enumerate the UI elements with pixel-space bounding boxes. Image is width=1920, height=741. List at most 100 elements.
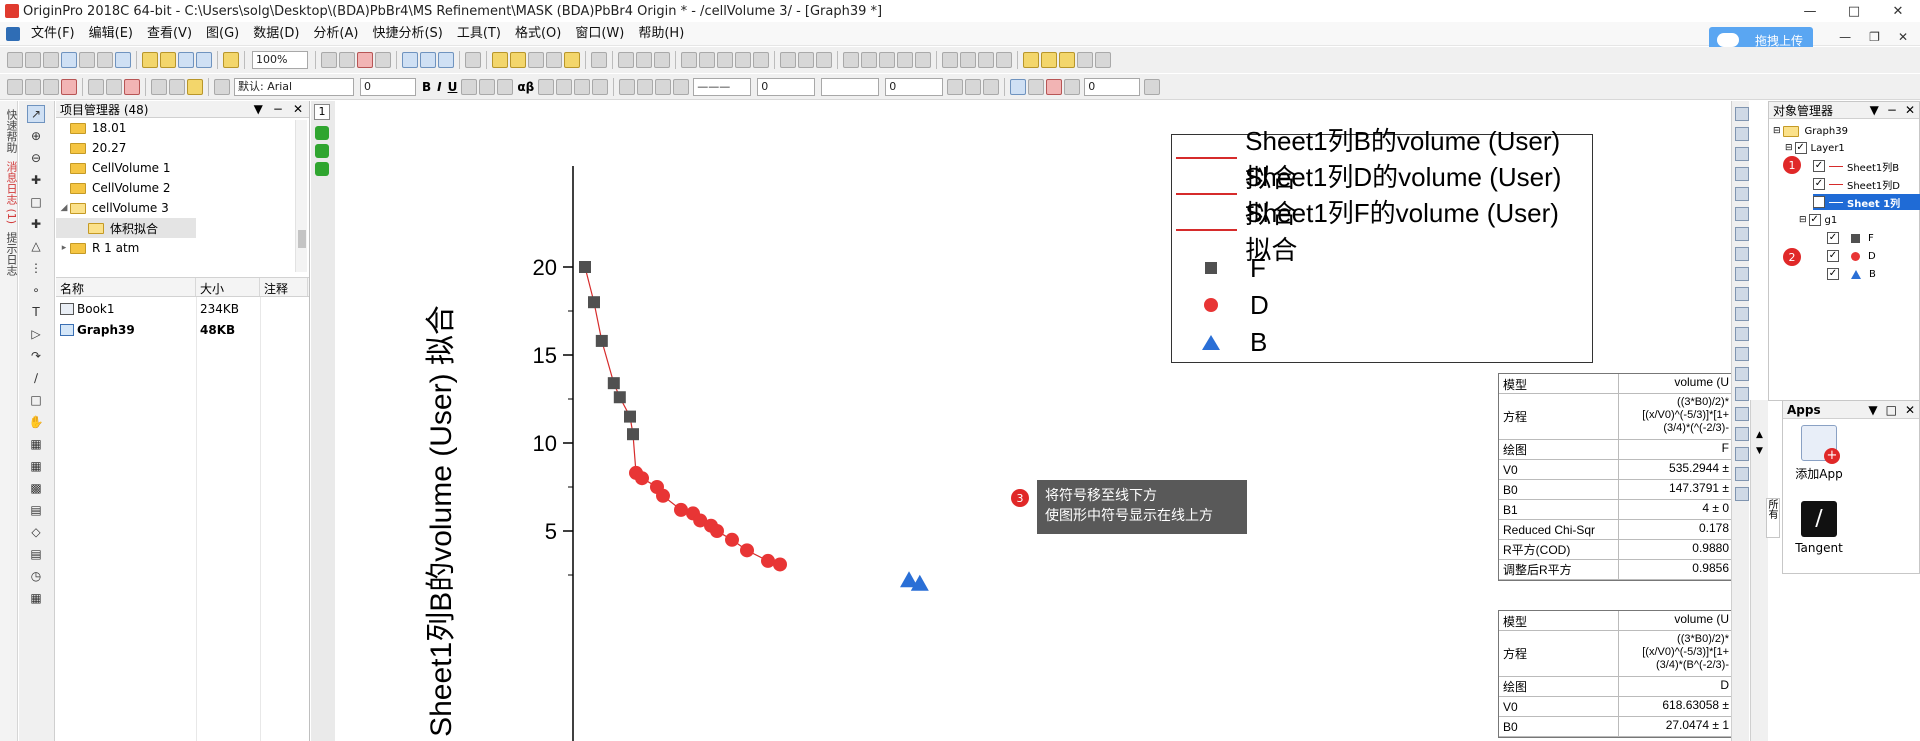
reapply-filter-icon[interactable]	[816, 52, 832, 68]
script-window-icon[interactable]	[438, 52, 454, 68]
import-csv-icon[interactable]	[25, 78, 41, 95]
hint-log-tab[interactable]: 提示日志	[3, 232, 19, 276]
symbol-icon[interactable]	[1028, 78, 1045, 95]
mask-icon[interactable]: △	[27, 237, 45, 255]
recalculate-icon[interactable]	[223, 52, 239, 68]
equation-icon[interactable]: ◇	[27, 523, 45, 541]
insert-table-icon[interactable]: ▦	[27, 457, 45, 475]
align-icon[interactable]	[574, 78, 591, 95]
color-map-icon[interactable]	[1064, 78, 1081, 95]
rt-icon-3[interactable]	[1735, 147, 1749, 161]
analysis-icon[interactable]	[564, 52, 580, 68]
hierarchy-icon[interactable]	[465, 52, 481, 68]
collapse-icon[interactable]: ◢	[58, 203, 70, 213]
item-checkbox[interactable]: ✓	[1827, 232, 1839, 244]
stats-icon[interactable]	[618, 52, 634, 68]
menu-graph[interactable]: 图(G)	[199, 23, 246, 45]
om-fit-item-selected[interactable]: ✓ Sheet 1列	[1813, 194, 1920, 210]
line-style-icon[interactable]	[673, 78, 690, 95]
first-icon[interactable]	[942, 52, 958, 68]
greek-button[interactable]: αβ	[517, 80, 534, 94]
file-row[interactable]: Graph39 48KB	[56, 319, 309, 340]
om-layer-node[interactable]: ⊟ ✓ Layer1	[1785, 140, 1845, 156]
mdi-minimize-icon[interactable]: —	[1839, 30, 1851, 44]
print-icon[interactable]	[321, 52, 337, 68]
font-select[interactable]: 默认: Arial	[234, 77, 354, 96]
import-excel-icon[interactable]	[43, 78, 59, 95]
paste-icon[interactable]	[187, 78, 203, 95]
symbol-color-icon[interactable]	[1046, 78, 1063, 95]
supersub-icon[interactable]	[497, 78, 514, 95]
group-checkbox[interactable]: ✓	[1808, 214, 1821, 226]
data-reader-icon[interactable]	[492, 52, 508, 68]
data-reader-tool-icon[interactable]: ✚	[27, 215, 45, 233]
results-log-icon[interactable]	[420, 52, 436, 68]
rt-icon-14[interactable]	[1735, 367, 1749, 381]
rt-icon-2[interactable]	[1735, 127, 1749, 141]
tree-folder-cellvolume1[interactable]: CellVolume 1	[56, 158, 309, 178]
db-icon[interactable]	[124, 78, 140, 95]
expand-icon[interactable]: ▸	[58, 243, 70, 253]
underline-button[interactable]: U	[448, 80, 458, 94]
histogram-icon[interactable]	[735, 52, 751, 68]
set-none-icon[interactable]	[915, 52, 931, 68]
line-style-select[interactable]: ———	[693, 77, 752, 96]
copy-icon[interactable]	[169, 78, 185, 95]
layer-number[interactable]: 1	[314, 104, 330, 120]
lock-icon[interactable]	[315, 162, 329, 176]
rt-icon-17[interactable]	[1735, 427, 1749, 441]
set-values-icon[interactable]	[654, 52, 670, 68]
save-template-icon[interactable]	[196, 52, 212, 68]
mdi-close-icon[interactable]: ✕	[1898, 30, 1908, 44]
sigma-icon[interactable]	[1144, 78, 1161, 95]
data-point-f[interactable]	[624, 410, 636, 423]
apps-all-tab[interactable]: 所有	[1766, 498, 1780, 538]
set-x-icon[interactable]	[843, 52, 859, 68]
lock-icon[interactable]: ▩	[27, 479, 45, 497]
message-log-tab[interactable]: 消息日志 (1)	[3, 161, 19, 224]
close-icon[interactable]: ✕	[1876, 0, 1920, 22]
fit-checkbox[interactable]: ✓	[1813, 196, 1825, 208]
tree-folder-volume-fit[interactable]: 体积拟合	[56, 218, 196, 238]
scroll-up-icon[interactable]: ▲	[1756, 430, 1768, 440]
menu-quick-analysis[interactable]: 快捷分析(S)	[365, 23, 449, 45]
column-stats-icon[interactable]	[699, 52, 715, 68]
import-wizard-icon[interactable]	[61, 78, 77, 95]
size-column-header[interactable]: 大小	[196, 278, 260, 296]
note-column-header[interactable]: 注释	[260, 278, 308, 296]
rt-icon-20[interactable]	[1735, 487, 1749, 501]
fit-results-table-1[interactable]: 模型 volume (U 方程 ((3*B0)/2)*[(x/V0)^(-5/3)]*…	[1498, 373, 1734, 581]
pointer-icon[interactable]: ↗	[27, 105, 45, 123]
item-checkbox[interactable]: ✓	[1827, 250, 1839, 262]
template-icon[interactable]	[106, 78, 122, 95]
data-point-f[interactable]	[627, 428, 639, 441]
menu-format[interactable]: 格式(O)	[508, 23, 568, 45]
clear-filter-icon[interactable]	[798, 52, 814, 68]
export-icon[interactable]	[339, 52, 355, 68]
next-icon[interactable]	[978, 52, 994, 68]
save-icon[interactable]	[178, 52, 194, 68]
close-icon[interactable]: ✕	[293, 102, 303, 116]
app-icon-2[interactable]	[1041, 52, 1057, 68]
om-group-item-f[interactable]: ✓ F	[1827, 230, 1874, 246]
menu-data[interactable]: 数据(D)	[246, 23, 306, 45]
file-row[interactable]: Book1 234KB	[56, 298, 309, 319]
color-scale-icon[interactable]: ▤	[27, 545, 45, 563]
font-size-select[interactable]: 0	[360, 77, 416, 96]
om-group-item-d[interactable]: ✓ D	[1827, 248, 1876, 264]
insert-graph-icon[interactable]: ▦	[27, 435, 45, 453]
symbol-size-select[interactable]	[821, 77, 880, 96]
batch-icon[interactable]	[88, 78, 104, 95]
layers-icon[interactable]: ▤	[27, 501, 45, 519]
pattern-icon[interactable]	[637, 78, 654, 95]
open-icon[interactable]	[142, 52, 158, 68]
maximize-icon[interactable]: □	[1832, 0, 1876, 22]
menu-app-icon[interactable]	[6, 26, 20, 41]
italic-button[interactable]: I	[437, 80, 441, 94]
clipboard-icon[interactable]	[357, 52, 373, 68]
pin-icon[interactable]: −	[273, 102, 283, 116]
filter-icon[interactable]	[780, 52, 796, 68]
bar-chart-icon[interactable]	[717, 52, 733, 68]
rt-icon-1[interactable]	[1735, 107, 1749, 121]
rt-icon-15[interactable]	[1735, 387, 1749, 401]
